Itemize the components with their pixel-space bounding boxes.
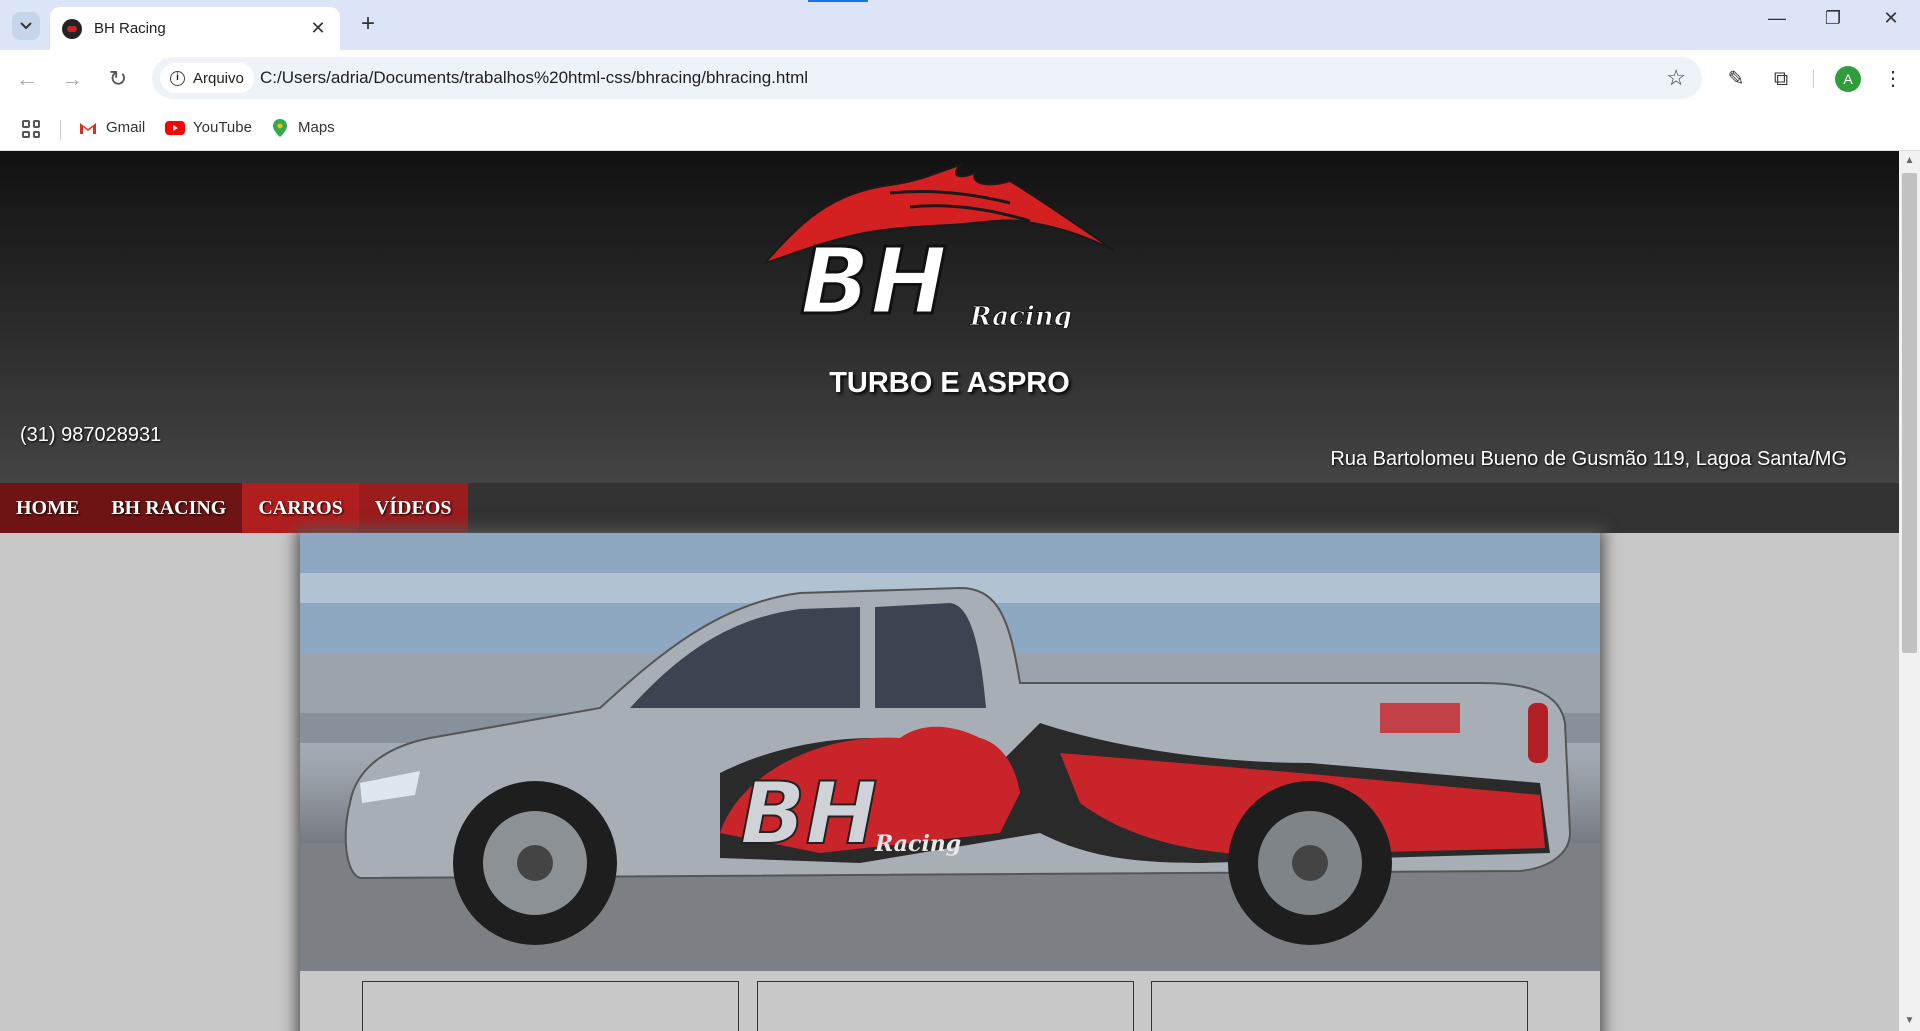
close-window-button[interactable]: ✕ <box>1871 8 1911 29</box>
bookmark-maps[interactable]: Maps <box>270 118 335 137</box>
url-text[interactable]: C:/Users/adria/Documents/trabalhos%20htm… <box>260 68 808 88</box>
apps-grid-icon[interactable] <box>22 120 40 138</box>
toolbar-divider <box>1813 70 1814 88</box>
site-header: BH Racing TURBO E ASPRO (31) 987028931 R… <box>0 151 1899 483</box>
bookmark-gmail[interactable]: Gmail <box>78 119 145 136</box>
bh-racing-logo: BH Racing <box>761 163 1116 328</box>
svg-text:Racing: Racing <box>969 302 1072 328</box>
reload-button[interactable]: ↻ <box>103 64 133 94</box>
hero-car-image: BH Racing <box>300 533 1600 971</box>
tab-search-button[interactable] <box>12 12 40 40</box>
race-car-illustration: BH Racing <box>300 533 1600 971</box>
phone-number: (31) 987028931 <box>20 424 162 446</box>
loading-indicator <box>808 0 868 2</box>
bookmark-label: YouTube <box>193 119 252 136</box>
main-content: BH Racing <box>300 533 1600 1031</box>
scroll-down-arrow-icon[interactable]: ▼ <box>1899 1013 1920 1029</box>
bookmark-label: Gmail <box>106 119 146 136</box>
feature-boxes <box>362 981 1528 1031</box>
extensions-icon[interactable]: ⧉ <box>1766 64 1796 94</box>
menu-item-home[interactable]: HOME <box>0 483 96 533</box>
address-bar[interactable]: i Arquivo C:/Users/adria/Documents/traba… <box>152 57 1702 99</box>
bookmarks-divider <box>60 120 61 140</box>
security-label: Arquivo <box>193 69 244 87</box>
back-button[interactable]: ← <box>12 64 42 94</box>
feature-box <box>756 981 1134 1031</box>
bookmark-label: Maps <box>298 119 335 136</box>
tab-strip: BH Racing ✕ + — ❐ ✕ <box>0 0 1920 50</box>
svg-text:BH: BH <box>800 228 947 328</box>
menu-dots-icon[interactable]: ⋮ <box>1878 64 1908 94</box>
site-info-chip[interactable]: i Arquivo <box>160 63 254 93</box>
gmail-icon <box>78 120 98 136</box>
feature-box <box>362 981 739 1031</box>
bookmarks-bar: Gmail YouTube Maps <box>0 108 1920 151</box>
address-text: Rua Bartolomeu Bueno de Gusmão 119, Lago… <box>1330 448 1847 470</box>
maps-icon <box>270 118 290 137</box>
svg-text:BH: BH <box>740 764 878 864</box>
eyedropper-icon[interactable]: ✎ <box>1721 64 1751 94</box>
tab-title: BH Racing <box>94 20 166 37</box>
page-viewport: BH Racing TURBO E ASPRO (31) 987028931 R… <box>0 151 1899 1031</box>
site-slogan: TURBO E ASPRO <box>829 367 1070 399</box>
new-tab-button[interactable]: + <box>354 11 382 39</box>
menu-item-bh-racing[interactable]: BH RACING <box>95 483 243 533</box>
browser-tab[interactable]: BH Racing ✕ <box>50 7 340 50</box>
bookmark-youtube[interactable]: YouTube <box>165 119 252 136</box>
chevron-down-icon <box>20 22 32 30</box>
svg-text:Racing: Racing <box>874 831 961 857</box>
close-tab-icon[interactable]: ✕ <box>308 18 328 39</box>
restore-button[interactable]: ❐ <box>1813 8 1853 29</box>
info-icon: i <box>170 70 185 86</box>
feature-box <box>1151 981 1528 1031</box>
bookmark-star-icon[interactable]: ☆ <box>1666 65 1686 91</box>
scrollbar-thumb[interactable] <box>1902 173 1917 653</box>
main-menu: HOME BH RACING CARROS VÍDEOS <box>0 483 1899 533</box>
page-scrollbar[interactable]: ▲ ▼ <box>1899 151 1920 1031</box>
profile-avatar[interactable]: A <box>1835 66 1861 92</box>
menu-item-carros[interactable]: CARROS <box>242 483 359 533</box>
forward-button[interactable]: → <box>57 64 87 94</box>
browser-toolbar: ← → ↻ i Arquivo C:/Users/adria/Documents… <box>0 50 1920 108</box>
youtube-icon <box>165 120 185 136</box>
menu-item-videos[interactable]: VÍDEOS <box>358 483 468 533</box>
scroll-up-arrow-icon[interactable]: ▲ <box>1899 153 1920 169</box>
site-favicon-icon <box>62 18 82 39</box>
minimize-button[interactable]: — <box>1757 8 1797 29</box>
